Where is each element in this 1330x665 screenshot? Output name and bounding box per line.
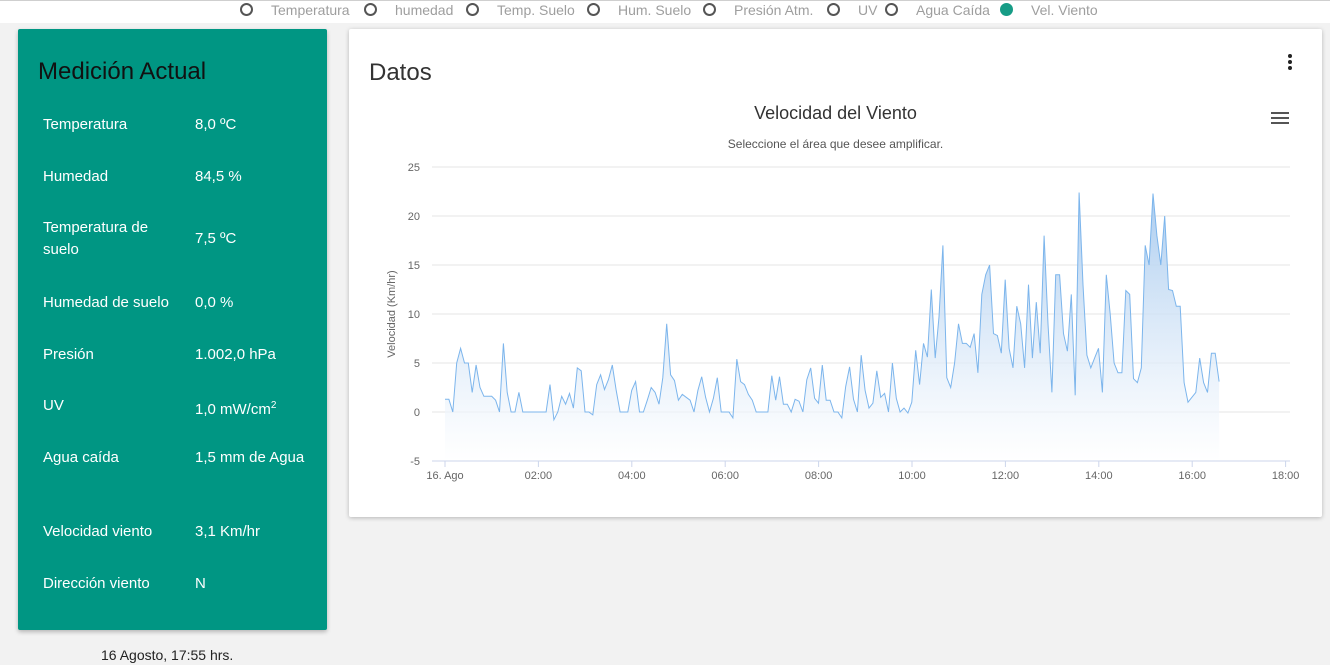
series-line — [445, 192, 1220, 422]
x-tick-label: 16. Ago — [426, 470, 463, 482]
current-measurement-title: Medición Actual — [38, 58, 207, 85]
y-tick-label: 10 — [408, 309, 420, 321]
radio-label-1[interactable]: humedad — [395, 1, 453, 19]
measurement-label: Temperatura — [43, 116, 128, 133]
x-tick-label: 16:00 — [1178, 470, 1206, 482]
measurement-value: 1,0 mW/cm2 — [195, 395, 305, 421]
y-tick-label: -5 — [410, 456, 420, 468]
series-selector-bar: Temperatura humedad Temp. Suelo Hum. Suelo P… — [0, 0, 1330, 23]
x-tick-label: 02:00 — [525, 470, 553, 482]
y-tick-label: 15 — [408, 260, 420, 272]
radio-0[interactable] — [240, 3, 253, 16]
y-tick-label: 25 — [408, 162, 420, 174]
x-tick-label: 04:00 — [618, 470, 646, 482]
measurement-label: Humedad — [43, 168, 109, 185]
radio-label-2[interactable]: Temp. Suelo — [497, 1, 575, 19]
radio-label-4[interactable]: Presión Atm. — [734, 1, 813, 19]
measurement-value-text: 3,1 Km/hr — [195, 523, 261, 540]
y-axis-title: Velocidad (Km/hr) — [386, 270, 398, 357]
x-tick-label: 14:00 — [1085, 470, 1113, 482]
radio-label-6[interactable]: Agua Caída — [916, 1, 990, 19]
radio-label-7[interactable]: Vel. Viento — [1031, 1, 1098, 19]
measurement-timestamp: 16 Agosto, 17:55 hrs. — [101, 647, 234, 663]
measurement-label: Dirección viento — [43, 575, 150, 592]
measurement-value-text: N — [195, 575, 206, 592]
x-tick-label: 18:00 — [1272, 470, 1300, 482]
measurement-value-text: 8,0 ºC — [195, 116, 237, 133]
measurement-value: N — [195, 573, 305, 595]
measurement-value: 1.002,0 hPa — [195, 344, 305, 366]
measurement-value-text: 84,5 % — [195, 168, 242, 185]
measurement-value: 84,5 % — [195, 166, 305, 188]
measurement-label: Agua caída — [43, 449, 119, 466]
x-tick-label: 10:00 — [898, 470, 926, 482]
measurement-value-text: 1,0 mW/cm — [195, 401, 271, 418]
radio-3[interactable] — [587, 3, 600, 16]
x-tick-label: 08:00 — [805, 470, 833, 482]
x-tick-label: 12:00 — [992, 470, 1020, 482]
radio-7[interactable] — [1000, 3, 1013, 16]
y-tick-label: 20 — [408, 211, 420, 223]
radio-label-3[interactable]: Hum. Suelo — [618, 1, 691, 19]
measurement-label: Presión — [43, 346, 94, 363]
measurement-value-sup: 2 — [270, 400, 277, 411]
measurement-label: UV — [43, 397, 64, 414]
measurement-value: 7,5 ºC — [195, 228, 305, 250]
measurement-value-text: 0,0 % — [195, 294, 234, 311]
radio-label-0[interactable]: Temperatura — [271, 1, 350, 19]
radio-6[interactable] — [885, 3, 898, 16]
series-area — [445, 192, 1220, 461]
wind-speed-chart[interactable]: -5 0 5 10 15 20 25 Velocidad (Km/hr) 16. Ago 02:0… — [349, 29, 1322, 517]
measurement-value-text: 7,5 ºC — [195, 230, 237, 247]
measurement-label: Humedad de suelo — [43, 294, 169, 311]
radio-2[interactable] — [466, 3, 479, 16]
radio-4[interactable] — [703, 3, 716, 16]
data-panel: Datos Velocidad del Viento Seleccione el… — [349, 29, 1322, 517]
measurement-value: 1,5 mm de Agua — [195, 447, 305, 469]
measurement-label: Temperatura de suelo — [43, 219, 149, 258]
measurement-value: 3,1 Km/hr — [195, 521, 305, 543]
current-measurement-card: Medición Actual Temperatura 8,0 ºC Humedad… — [18, 29, 327, 630]
measurement-label: Velocidad viento — [43, 523, 153, 540]
measurement-value-text: 1.002,0 hPa — [195, 346, 276, 363]
measurement-value: 0,0 % — [195, 292, 305, 314]
radio-1[interactable] — [364, 3, 377, 16]
y-tick-label: 0 — [414, 407, 420, 419]
y-tick-label: 5 — [414, 358, 420, 370]
measurement-value: 8,0 ºC — [195, 114, 305, 136]
measurement-value-text: 1,5 mm de Agua — [195, 449, 305, 466]
x-tick-label: 06:00 — [711, 470, 739, 482]
radio-5[interactable] — [827, 3, 840, 16]
radio-label-5[interactable]: UV — [858, 1, 877, 19]
